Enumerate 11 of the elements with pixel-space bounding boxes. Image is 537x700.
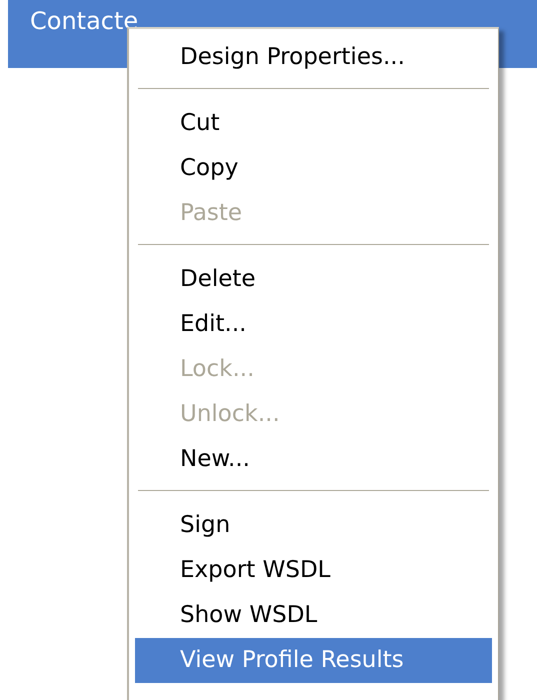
header-title: Contacte — [30, 7, 138, 35]
menu-item[interactable]: Delete — [135, 257, 492, 302]
menu-item[interactable]: Sign — [135, 503, 492, 548]
menu-item[interactable]: Show WSDL — [135, 593, 492, 638]
menu-item[interactable]: New... — [135, 437, 492, 482]
menu-item[interactable]: View Profile Results — [135, 638, 492, 683]
menu-item[interactable]: Export WSDL — [135, 548, 492, 593]
menu-item[interactable]: Edit... — [135, 302, 492, 347]
menu-item[interactable]: Design Properties... — [135, 35, 492, 80]
menu-item[interactable]: Cut — [135, 101, 492, 146]
menu-item[interactable]: Copy — [135, 146, 492, 191]
